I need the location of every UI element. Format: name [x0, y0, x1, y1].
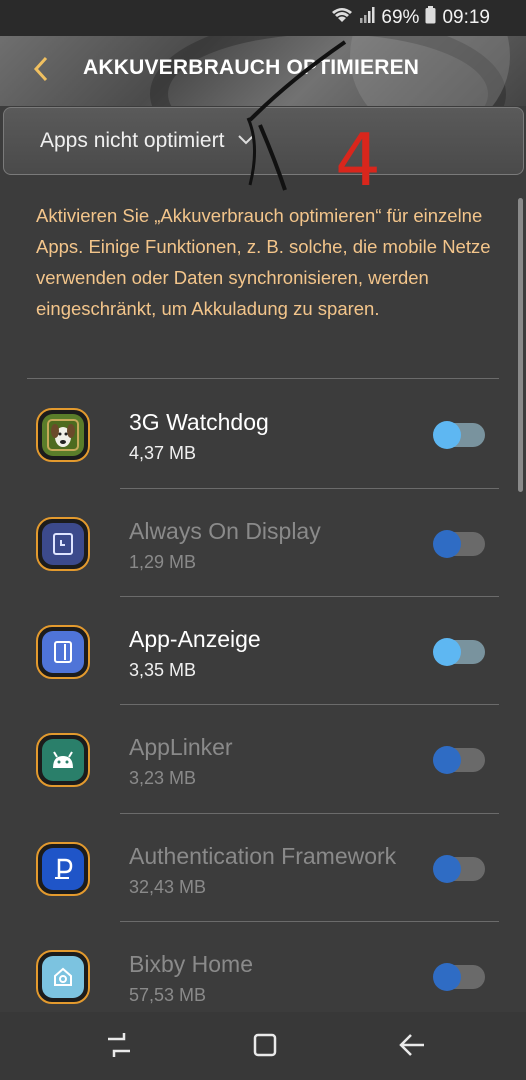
- recents-icon[interactable]: [104, 1030, 134, 1060]
- app-name: 3G Watchdog: [129, 409, 269, 435]
- toggle-knob: [433, 855, 461, 883]
- status-bar: 69% 09:19: [0, 0, 526, 36]
- app-size: 32,43 MB: [129, 877, 207, 897]
- clock: 09:19: [442, 7, 490, 28]
- divider: [27, 378, 499, 379]
- app-row-app-anzeige[interactable]: App-Anzeige 3,35 MB: [0, 596, 526, 705]
- battery-icon: [425, 6, 436, 30]
- optimize-toggle[interactable]: [433, 638, 487, 666]
- battery-percentage: 69%: [381, 7, 420, 28]
- app-icon-frame: [36, 408, 90, 462]
- optimize-toggle[interactable]: [433, 855, 487, 883]
- app-name: Always On Display: [129, 518, 321, 544]
- app-size: 1,29 MB: [129, 552, 197, 572]
- navigation-bar: [0, 1012, 526, 1080]
- wifi-icon: [331, 6, 353, 30]
- signal-icon: [359, 6, 375, 30]
- divider: [120, 813, 499, 814]
- chevron-down-icon: [238, 132, 255, 150]
- page-title: AKKUVERBRAUCH OPTIMIEREN: [83, 56, 420, 79]
- android-icon: [42, 739, 84, 781]
- scrollbar[interactable]: [518, 198, 523, 492]
- optimize-toggle[interactable]: [433, 963, 487, 991]
- app-name: Bixby Home: [129, 951, 253, 977]
- app-filter-dropdown[interactable]: Apps nicht optimiert: [3, 107, 524, 175]
- app-icon-frame: [36, 842, 90, 896]
- app-size: 4,37 MB: [129, 443, 197, 463]
- app-icon-frame: [36, 517, 90, 571]
- bixby-home-icon: [42, 956, 84, 998]
- optimize-toggle[interactable]: [433, 421, 487, 449]
- filter-selected-value: Apps nicht optimiert: [40, 129, 225, 152]
- app-anzeige-icon: [42, 631, 84, 673]
- watchdog-dog-icon: [42, 414, 84, 456]
- app-icon-frame: [36, 950, 90, 1004]
- divider: [120, 921, 499, 922]
- description-text: Aktivieren Sie „Akkuverbrauch optimieren…: [36, 205, 491, 319]
- back-icon[interactable]: [397, 1030, 427, 1060]
- toggle-knob: [433, 746, 461, 774]
- app-icon-frame: [36, 733, 90, 787]
- optimize-toggle[interactable]: [433, 746, 487, 774]
- home-icon[interactable]: [250, 1030, 280, 1060]
- app-row-authentication-framework[interactable]: Authentication Framework 32,43 MB: [0, 813, 526, 922]
- app-bar: AKKUVERBRAUCH OPTIMIEREN: [0, 36, 526, 106]
- app-row-always-on-display[interactable]: Always On Display 1,29 MB: [0, 488, 526, 597]
- always-on-display-icon: [42, 523, 84, 565]
- app-size: 57,53 MB: [129, 985, 207, 1005]
- divider: [120, 488, 499, 489]
- toggle-knob: [433, 963, 461, 991]
- divider: [120, 596, 499, 597]
- back-arrow-icon[interactable]: [30, 54, 60, 84]
- toggle-knob: [433, 638, 461, 666]
- divider: [120, 704, 499, 705]
- optimize-toggle[interactable]: [433, 530, 487, 558]
- app-name: Authentication Framework: [129, 843, 397, 869]
- app-row-3g-watchdog[interactable]: 3G Watchdog 4,37 MB: [0, 380, 526, 488]
- app-size: 3,35 MB: [129, 660, 197, 680]
- app-name: App-Anzeige: [129, 626, 261, 652]
- toggle-knob: [433, 530, 461, 558]
- app-size: 3,23 MB: [129, 768, 197, 788]
- app-row-applinker[interactable]: AppLinker 3,23 MB: [0, 704, 526, 813]
- app-name: AppLinker: [129, 734, 233, 760]
- samsung-pass-icon: [42, 848, 84, 890]
- toggle-knob: [433, 421, 461, 449]
- app-icon-frame: [36, 625, 90, 679]
